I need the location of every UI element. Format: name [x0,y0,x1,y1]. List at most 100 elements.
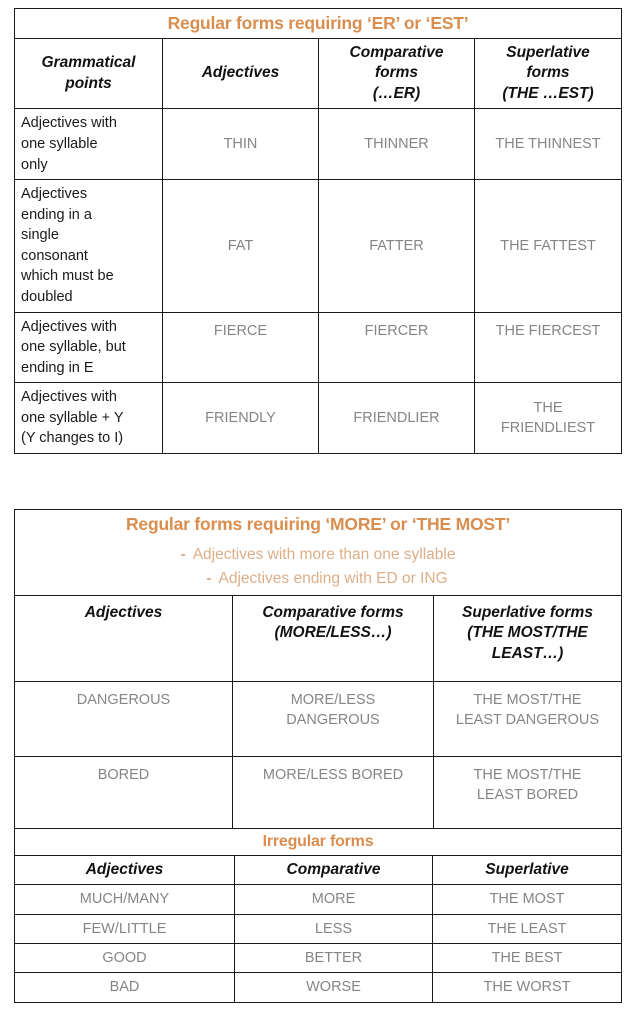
column-header-superlative-forms: Superlative forms (THE MOST/THE LEAST…) [433,595,622,683]
section-banner-more-most: Regular forms requiring ‘MORE’ or ‘THE M… [14,509,622,539]
cell-adjective: FIERCE [162,311,319,384]
header-line: forms [374,64,419,82]
table-row: DANGEROUS MORE/LESS DANGEROUS THE MOST/T… [14,681,622,758]
section-banner-row: Irregular forms [13,828,623,856]
cell-grammatical-point: Adjectives with one syllable, but ending… [14,311,163,384]
table-header-row: Adjectives Comparative Superlative [14,854,623,886]
cell-comparative: MORE/LESS DANGEROUS [232,681,434,758]
desc-line: Adjectives [21,186,88,203]
bullet-list: - Adjectives with more than one syllable … [14,539,622,597]
table-row: Adjectives with one syllable, but ending… [14,311,623,384]
value-line: THE MOST/THE [473,767,582,784]
table-row: BAD WORSE THE WORST [14,972,623,1003]
table-irregular-forms: Irregular forms Adjectives Comparative S… [13,828,623,1003]
table-row: Adjectives with one syllable + Y (Y chan… [14,382,623,455]
cell-superlative: THE MOST/THE LEAST DANGEROUS [433,681,622,758]
table-row: MUCH/MANY MORE THE MOST [14,884,623,915]
column-header-adjectives: Adjectives [162,37,319,110]
worksheet-page: Regular forms requiring ‘ER’ or ‘EST’ Gr… [0,0,635,1014]
section-banner-irregular: Irregular forms [13,828,623,856]
table-row: BORED MORE/LESS BORED THE MOST/THE LEAST… [14,756,622,833]
header-line: (…ER) [372,84,421,102]
value-line: DANGEROUS [286,712,380,729]
desc-line: one syllable [21,135,98,152]
desc-line: only [21,156,48,173]
column-header-superlative-forms: Superlative forms (THE …EST) [473,37,623,110]
column-header-superlative: Superlative [431,854,623,886]
desc-line: single [21,227,59,244]
cell-superlative: THE MOST [431,884,623,915]
header-line: Superlative [506,44,590,61]
desc-line: (Y changes to I) [21,430,124,447]
table-header-row: Adjectives Comparative forms (MORE/LESS…… [14,595,622,683]
header-line: (MORE/LESS…) [274,624,392,642]
cell-adjective: THIN [162,108,319,181]
value-line: FRIENDLIEST [500,420,596,437]
bullet-dash-icon: - [180,546,186,563]
cell-comparative: THINNER [318,108,475,181]
cell-superlative: THE LEAST [431,913,623,945]
desc-line: one syllable, but [21,339,126,356]
bullet-item: - Adjectives ending with ED or ING [21,567,615,591]
header-line: (THE MOST/THE [467,624,588,642]
cell-adjective: FRIENDLY [162,382,319,455]
table-row: GOOD BETTER THE BEST [14,943,623,974]
cell-superlative: THE WORST [431,972,623,1003]
cell-adjective: MUCH/MANY [14,884,235,915]
desc-line: Adjectives with [21,318,117,335]
cell-adjective: BAD [14,972,235,1003]
cell-grammatical-point: Adjectives with one syllable + Y (Y chan… [14,382,163,455]
cell-comparative: MORE [234,884,433,915]
value-line: MORE/LESS BORED [262,767,404,784]
cell-comparative: FRIENDLIER [318,382,475,455]
cell-superlative: THE FIERCEST [473,311,623,384]
value-line: LEAST BORED [476,787,579,804]
cell-grammatical-point: Adjectives with one syllable only [14,108,163,181]
cell-comparative: WORSE [234,972,433,1003]
cell-grammatical-point: Adjectives ending in a single consonant … [14,179,163,313]
cell-superlative: THE FATTEST [473,179,623,313]
header-line: Superlative forms [462,604,593,622]
header-line: forms [526,64,570,82]
desc-line: one syllable + Y [21,409,124,426]
cell-adjective: BORED [14,756,233,833]
cell-superlative: THE MOST/THE LEAST BORED [433,756,622,833]
bullet-item: - Adjectives with more than one syllable [21,543,615,567]
value-line: MORE/LESS [290,692,376,709]
cell-comparative: FATTER [318,179,475,313]
cell-comparative: FIERCER [318,311,475,384]
header-line: Comparative [349,44,444,61]
column-header-grammatical-points: Grammatical points [14,37,163,110]
desc-line: which must be [21,268,114,285]
bullet-dash-icon: - [206,570,212,588]
column-header-adjectives: Adjectives [14,854,235,886]
table-row: Adjectives ending in a single consonant … [14,179,623,313]
cell-comparative: BETTER [234,943,433,974]
section-banner-row: Regular forms requiring ‘ER’ or ‘EST’ [13,8,623,39]
header-line: Comparative forms [262,604,404,622]
header-line: Adjectives [84,604,163,622]
header-line: points [65,74,112,92]
section-banner-er-est: Regular forms requiring ‘ER’ or ‘EST’ [13,8,623,39]
column-header-comparative-forms: Comparative forms (MORE/LESS…) [232,595,434,683]
desc-line: Adjectives with [21,389,117,406]
cell-adjective: FEW/LITTLE [14,913,235,945]
desc-line: consonant [21,247,88,264]
section-bullets-row: - Adjectives with more than one syllable … [14,539,622,597]
column-header-comparative-forms: Comparative forms (…ER) [318,37,475,110]
column-header-comparative: Comparative [234,854,433,886]
cell-comparative: LESS [234,913,433,945]
cell-superlative: THE FRIENDLIEST [473,382,623,455]
section-banner-row: Regular forms requiring ‘MORE’ or ‘THE M… [14,509,622,539]
desc-line: doubled [21,288,73,305]
header-line: (THE …EST) [502,84,594,102]
cell-adjective: GOOD [14,943,235,974]
bullet-text: Adjectives ending with ED or ING [218,570,448,588]
table-regular-er-est: Regular forms requiring ‘ER’ or ‘EST’ Gr… [13,8,623,455]
cell-superlative: THE BEST [431,943,623,974]
desc-line: ending in a [21,206,92,223]
value-line: THE MOST/THE [473,692,582,709]
header-line: Grammatical [41,54,136,72]
table-regular-more-most: Regular forms requiring ‘MORE’ or ‘THE M… [14,509,622,833]
column-header-adjectives: Adjectives [14,595,233,683]
